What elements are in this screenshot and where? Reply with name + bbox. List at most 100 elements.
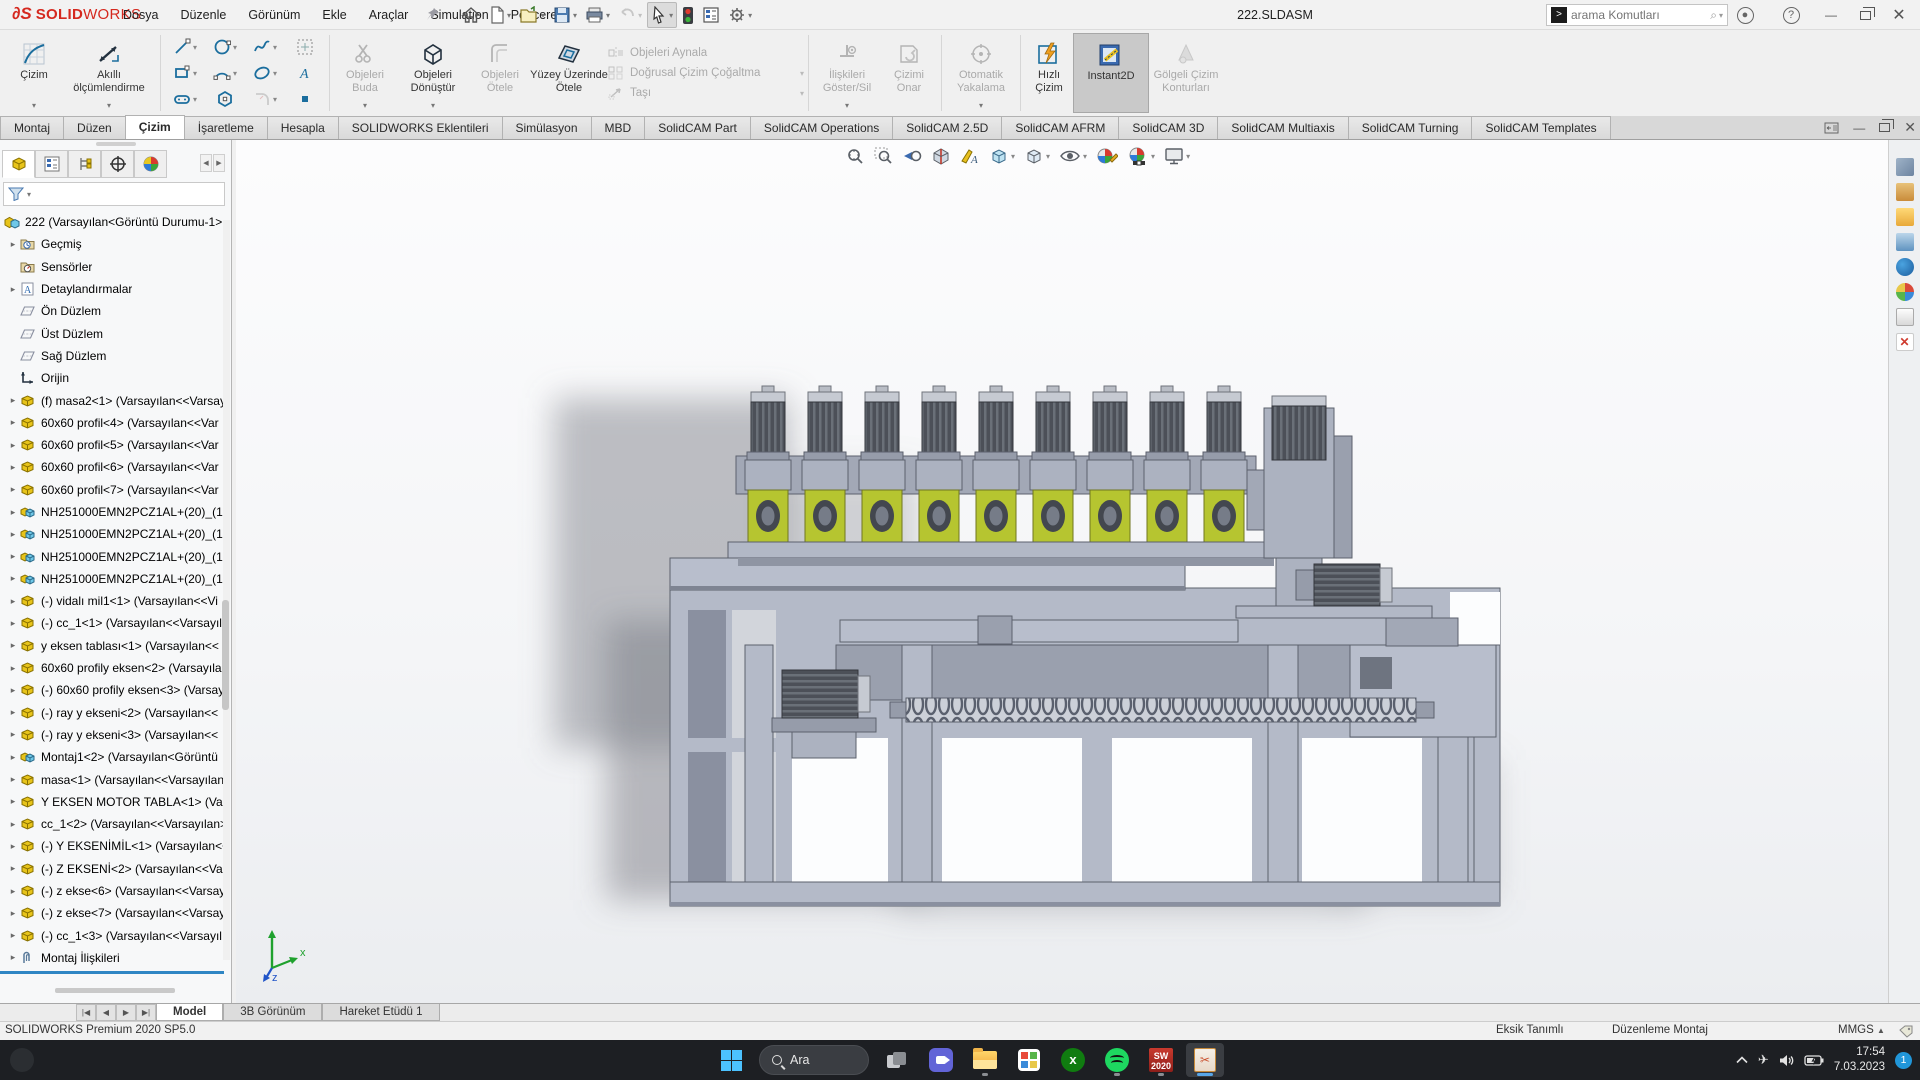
expand-arrow-icon[interactable]: ▸	[6, 551, 20, 562]
tab-mbd[interactable]: MBD	[591, 116, 646, 139]
doctab-3b-görünüm[interactable]: 3B Görünüm	[223, 1004, 322, 1021]
tree-item[interactable]: ▸(-) cc_1<1> (Varsayılan<<Varsayıl	[0, 612, 230, 634]
task-view-button[interactable]	[878, 1043, 916, 1077]
scroll-right-icon[interactable]: ▶	[213, 154, 225, 172]
spotify-icon[interactable]	[1098, 1043, 1136, 1077]
tree-item[interactable]: ▸(f) masa2<1> (Varsayılan<<Varsay	[0, 389, 230, 411]
instant2d-button[interactable]: Instant2D	[1073, 33, 1149, 113]
ellipse-tool[interactable]: ▾	[245, 60, 285, 86]
tag-icon[interactable]	[1899, 1025, 1913, 1038]
tree-item[interactable]: ▸NH251000EMN2PCZ1AL+(20)_(13	[0, 523, 230, 545]
appearances-icon[interactable]	[1896, 258, 1914, 276]
save-icon[interactable]: ▾	[550, 2, 580, 28]
tab-solidcam-part[interactable]: SolidCAM Part	[644, 116, 751, 139]
tree-item[interactable]: Sağ Düzlem	[0, 345, 230, 367]
tree-item[interactable]: ▸60x60 profil<7> (Varsayılan<<Var	[0, 479, 230, 501]
tree-item[interactable]: Üst Düzlem	[0, 322, 230, 344]
tree-item[interactable]: ▸Montaj1<2> (Varsayılan<Görüntü	[0, 746, 230, 768]
expand-arrow-icon[interactable]: ▸	[6, 618, 20, 629]
teams-chat-icon[interactable]	[922, 1043, 960, 1077]
circle-tool[interactable]: ▾	[205, 34, 245, 60]
tab-solidcam-turning[interactable]: SolidCAM Turning	[1348, 116, 1473, 139]
tab-düzen[interactable]: Düzen	[63, 116, 126, 139]
tab-solidcam-templates[interactable]: SolidCAM Templates	[1471, 116, 1610, 139]
previous-view-icon[interactable]	[902, 147, 922, 165]
tree-item[interactable]: ▸ADetaylandırmalar	[0, 278, 230, 300]
rebuild-icon[interactable]	[679, 2, 697, 28]
tree-item[interactable]: ▸(-) vidalı mil1<1> (Varsayılan<<Vi	[0, 590, 230, 612]
tree-item[interactable]: ▸NH251000EMN2PCZ1AL+(20)_(13	[0, 568, 230, 590]
edit-appearance-icon[interactable]	[1096, 146, 1118, 166]
annotations-view-icon[interactable]: A	[960, 147, 980, 166]
snipping-tool-icon[interactable]: ✂	[1186, 1043, 1224, 1077]
dimxpertmanager-tab[interactable]	[101, 150, 134, 178]
offset-on-surface-button[interactable]: Yüzey Üzerinde Ötele	[530, 33, 608, 113]
expand-arrow-icon[interactable]: ▸	[6, 417, 20, 428]
sketch-button[interactable]: Çizim▾	[6, 33, 62, 113]
clock[interactable]: 17:547.03.2023	[1834, 1045, 1885, 1075]
new-doc-icon[interactable]: ▾	[486, 2, 514, 28]
tree-item[interactable]: ▸(-) ray y ekseni<2> (Varsayılan<<	[0, 702, 230, 724]
xbox-icon[interactable]: x	[1054, 1043, 1092, 1077]
tree-item[interactable]: ▸60x60 profily eksen<2> (Varsayıla	[0, 657, 230, 679]
tree-item[interactable]: ▸masa<1> (Varsayılan<<Varsayılan	[0, 768, 230, 790]
tree-item[interactable]: ▸(-) 60x60 profily eksen<3> (Varsay	[0, 679, 230, 701]
expand-arrow-icon[interactable]: ▸	[6, 685, 20, 696]
view-palette-icon[interactable]	[1896, 233, 1914, 251]
expand-arrow-icon[interactable]: ▸	[6, 596, 20, 607]
menu-düzenle[interactable]: Düzenle	[169, 0, 237, 30]
minimize-button[interactable]: —	[1814, 0, 1848, 30]
hide-show-icon[interactable]: ▾	[1059, 148, 1087, 164]
home-icon[interactable]	[458, 2, 484, 28]
close-button[interactable]: ✕	[1882, 0, 1916, 30]
open-icon[interactable]: ▾	[516, 2, 548, 28]
propertymanager-tab[interactable]	[35, 150, 68, 178]
expand-arrow-icon[interactable]: ▸	[6, 952, 20, 963]
section-view-icon[interactable]	[931, 147, 951, 166]
design-library-icon[interactable]	[1896, 183, 1914, 201]
expand-arrow-icon[interactable]: ▸	[6, 796, 20, 807]
expand-arrow-icon[interactable]: ▸	[6, 908, 20, 919]
tree-item[interactable]: ▸NH251000EMN2PCZ1AL+(20)_(13	[0, 501, 230, 523]
zoom-fit-icon[interactable]	[846, 147, 865, 166]
tab-simülasyon[interactable]: Simülasyon	[502, 116, 592, 139]
tab-first-icon[interactable]: |◀	[76, 1004, 96, 1021]
solidworks-2020-icon[interactable]: SW2020	[1142, 1043, 1180, 1077]
polygon-tool[interactable]	[205, 86, 245, 112]
widgets-icon[interactable]	[10, 1048, 34, 1072]
chevron-up-icon[interactable]	[1736, 1056, 1748, 1064]
tree-item[interactable]: ▸(-) z ekse<6> (Varsayılan<<Varsay	[0, 880, 230, 902]
filter-dropdown-icon[interactable]: ▾	[27, 190, 31, 199]
expand-arrow-icon[interactable]: ▸	[6, 239, 20, 250]
microsoft-store-icon[interactable]	[1010, 1043, 1048, 1077]
tree-item[interactable]: ▸60x60 profil<6> (Varsayılan<<Var	[0, 456, 230, 478]
doc-close-icon[interactable]: ✕	[1904, 119, 1916, 136]
expand-arrow-icon[interactable]: ▸	[6, 462, 20, 473]
menu-ekle[interactable]: Ekle	[311, 0, 357, 30]
tree-item[interactable]: ▸Geçmiş	[0, 233, 230, 255]
tree-item[interactable]: ▸Montaj İlişkileri	[0, 947, 230, 969]
tab-hesapla[interactable]: Hesapla	[267, 116, 339, 139]
tree-filter[interactable]: ▾	[3, 182, 225, 206]
tab-solidcam-operations[interactable]: SolidCAM Operations	[750, 116, 893, 139]
tree-item[interactable]: Sensörler	[0, 256, 230, 278]
expand-arrow-icon[interactable]: ▸	[6, 863, 20, 874]
custom-properties-icon[interactable]	[1896, 308, 1914, 326]
expand-arrow-icon[interactable]: ▸	[6, 819, 20, 830]
menu-görünüm[interactable]: Görünüm	[237, 0, 311, 30]
rollback-bar[interactable]	[0, 971, 224, 974]
tab-next-icon[interactable]: ▶	[116, 1004, 136, 1021]
spline-tool[interactable]: ▾	[245, 34, 285, 60]
expand-arrow-icon[interactable]: ▸	[6, 529, 20, 540]
expand-arrow-icon[interactable]: ▸	[6, 507, 20, 518]
slot-tool[interactable]: ▾	[165, 86, 205, 112]
tab-solidcam-2.5d[interactable]: SolidCAM 2.5D	[892, 116, 1002, 139]
display-style-icon[interactable]: ▾	[1024, 147, 1050, 166]
search-dropdown-icon[interactable]: ▾	[1719, 11, 1723, 20]
expand-arrow-icon[interactable]: ▸	[6, 284, 20, 295]
tree-item[interactable]: ▸(-) Z EKSENİ<2> (Varsayılan<<Var	[0, 858, 230, 880]
zoom-area-icon[interactable]	[874, 147, 893, 166]
expand-arrow-icon[interactable]: ▸	[6, 484, 20, 495]
tree-item[interactable]: ▸(-) z ekse<7> (Varsayılan<<Varsay	[0, 902, 230, 924]
doc-minimize-icon[interactable]: —	[1853, 121, 1865, 135]
